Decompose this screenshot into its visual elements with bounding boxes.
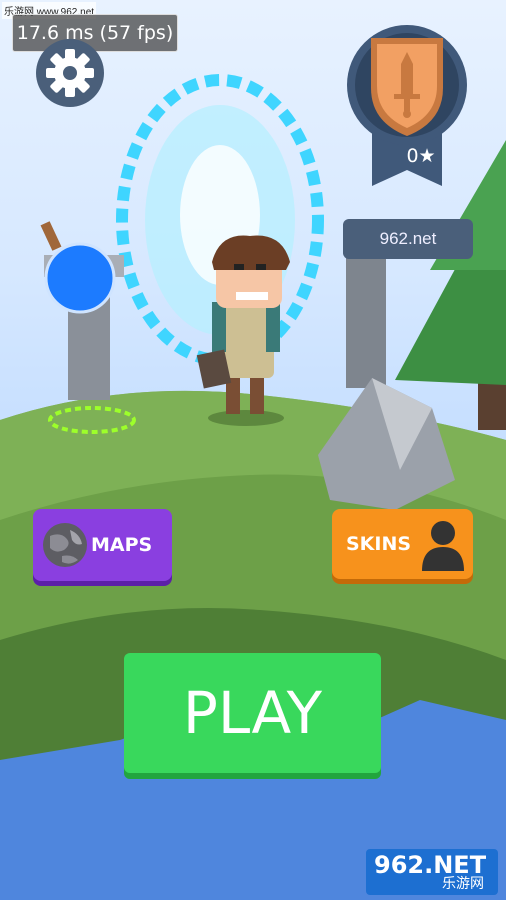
bottom-watermark: 962.NET 乐游网 xyxy=(366,849,498,895)
globe-icon xyxy=(43,523,87,567)
sign-text: 962.net xyxy=(343,219,473,259)
rank-badge[interactable] xyxy=(346,24,468,194)
maps-label: MAPS xyxy=(91,534,153,556)
settings-button[interactable] xyxy=(35,38,105,108)
star-count: 0★ xyxy=(406,145,436,167)
right-pillar xyxy=(346,258,386,388)
gear-icon xyxy=(36,39,104,107)
skins-label: SKINS xyxy=(346,533,412,555)
play-label: PLAY xyxy=(182,679,323,747)
play-button[interactable]: PLAY xyxy=(124,653,381,773)
person-icon xyxy=(422,521,464,571)
sword-icon xyxy=(347,25,467,186)
maps-button[interactable]: MAPS xyxy=(33,509,172,581)
skins-button[interactable]: SKINS xyxy=(332,509,473,579)
mana-orb xyxy=(44,242,116,314)
tree-trunk xyxy=(478,380,506,430)
watermark-sub: 乐游网 xyxy=(442,875,484,891)
